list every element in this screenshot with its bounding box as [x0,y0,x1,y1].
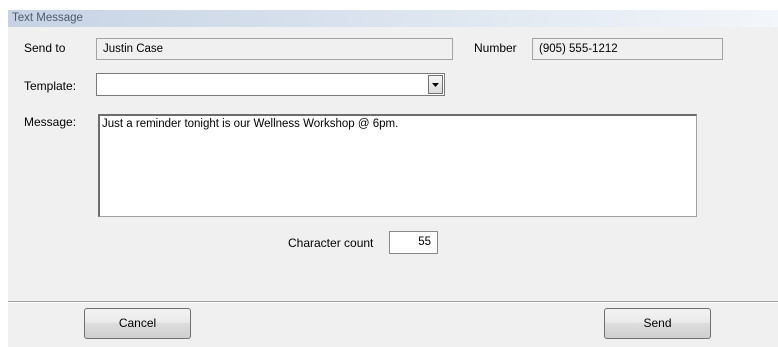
message-textarea[interactable]: Just a reminder tonight is our Wellness … [98,114,697,217]
chevron-down-icon [432,83,439,87]
template-select[interactable] [96,73,445,96]
footer-divider [8,301,778,303]
character-count-field: 55 [389,231,438,254]
send-button[interactable]: Send [604,308,711,339]
message-label: Message: [24,115,77,129]
dialog-title: Text Message [12,12,83,24]
number-label: Number [474,41,517,55]
number-field: (905) 555-1212 [532,38,723,60]
template-dropdown-button[interactable] [428,75,443,94]
send-to-field: Justin Case [96,38,453,60]
template-label: Template: [24,79,77,93]
send-to-label: Send to [24,41,66,55]
character-count-label: Character count [288,236,374,250]
dialog-title-bar: Text Message [8,10,778,27]
text-message-dialog: Text Message Send to Justin Case Number … [8,10,778,347]
cancel-button[interactable]: Cancel [84,308,191,339]
